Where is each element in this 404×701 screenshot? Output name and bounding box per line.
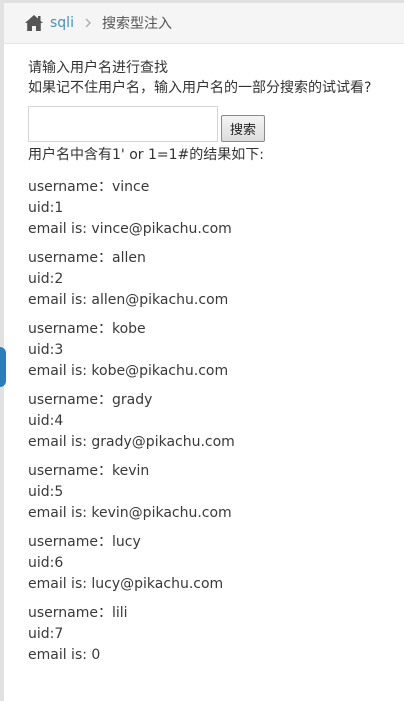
record-username: username：grady	[28, 392, 153, 408]
home-icon[interactable]	[24, 14, 44, 32]
list-item: username：vince uid:1 email is: vince@pik…	[28, 177, 398, 240]
search-button[interactable]: 搜索	[221, 115, 266, 142]
record-uid: uid:1	[28, 200, 64, 216]
sidebar-collapse-handle[interactable]	[0, 347, 6, 387]
record-uid: uid:4	[28, 413, 64, 429]
intro-text-line1: 请输入用户名进行查找	[28, 60, 168, 76]
chevron-right-icon	[84, 17, 92, 29]
list-item: username：kevin uid:5 email is: kevin@pik…	[28, 461, 398, 524]
result-title: 用户名中含有1' or 1=1#的结果如下:	[28, 147, 264, 163]
record-email: email is: kobe@pikachu.com	[28, 363, 229, 379]
list-item: username：lili uid:7 email is: 0	[28, 603, 398, 666]
record-email: email is: 0	[28, 647, 101, 663]
record-username: username：vince	[28, 179, 150, 195]
record-username: username：lucy	[28, 534, 141, 550]
main-content: 请输入用户名进行查找 如果记不住用户名，输入用户名的一部分搜索的试试看? 搜索 …	[28, 58, 398, 674]
breadcrumb-link-sqli[interactable]: sqli	[50, 15, 74, 31]
breadcrumb-current: 搜索型注入	[101, 16, 172, 32]
record-email: email is: kevin@pikachu.com	[28, 505, 232, 521]
record-email: email is: allen@pikachu.com	[28, 292, 229, 308]
intro-text-line2: 如果记不住用户名，输入用户名的一部分搜索的试试看?	[28, 80, 372, 96]
list-item: username：grady uid:4 email is: grady@pik…	[28, 390, 398, 453]
record-email: email is: vince@pikachu.com	[28, 221, 232, 237]
record-uid: uid:7	[28, 626, 64, 642]
record-uid: uid:2	[28, 271, 64, 287]
record-username: username：lili	[28, 605, 128, 621]
result-list: username：vince uid:1 email is: vince@pik…	[28, 177, 398, 666]
list-item: username：allen uid:2 email is: allen@pik…	[28, 248, 398, 311]
search-form: 搜索	[28, 106, 398, 142]
record-uid: uid:5	[28, 484, 64, 500]
record-email: email is: lucy@pikachu.com	[28, 576, 224, 592]
record-email: email is: grady@pikachu.com	[28, 434, 235, 450]
record-username: username：allen	[28, 250, 146, 266]
search-input[interactable]	[28, 106, 218, 142]
breadcrumb: sqli 搜索型注入	[4, 0, 404, 44]
record-uid: uid:6	[28, 555, 64, 571]
record-username: username：kobe	[28, 321, 146, 337]
record-username: username：kevin	[28, 463, 150, 479]
list-item: username：lucy uid:6 email is: lucy@pikac…	[28, 532, 398, 595]
list-item: username：kobe uid:3 email is: kobe@pikac…	[28, 319, 398, 382]
record-uid: uid:3	[28, 342, 64, 358]
